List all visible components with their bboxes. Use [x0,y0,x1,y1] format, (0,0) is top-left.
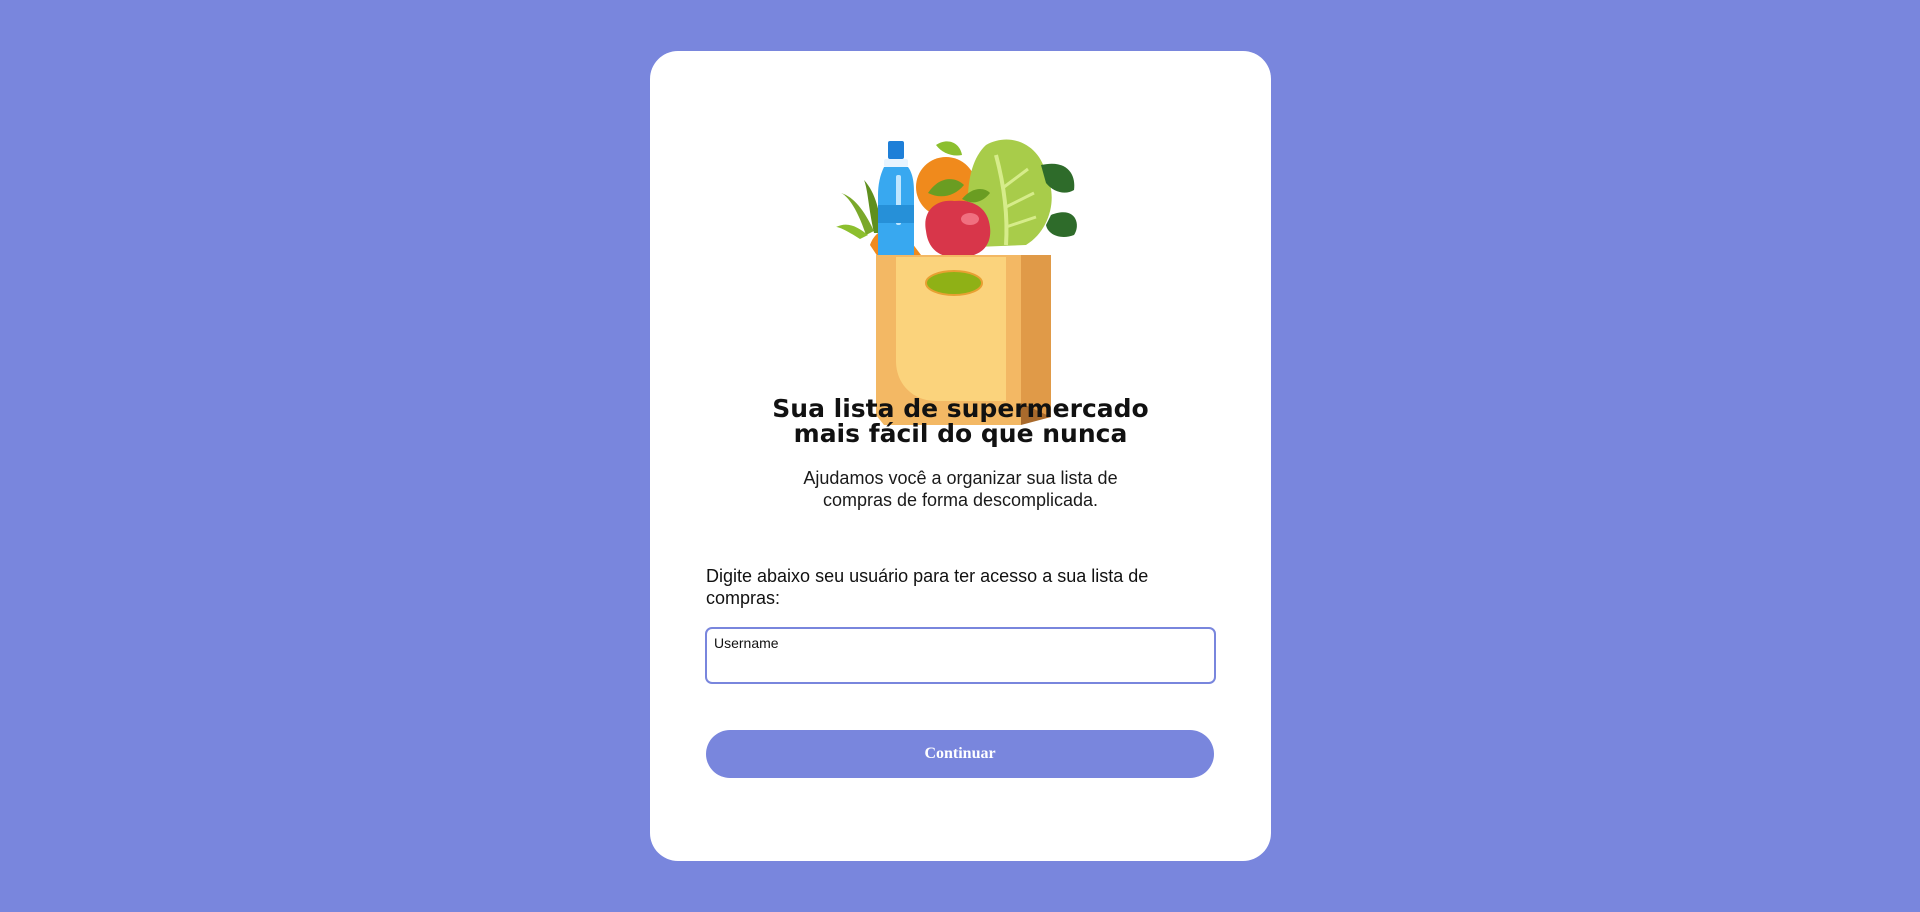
continue-button[interactable]: Continuar [706,730,1214,778]
title-line-1: Sua lista de supermercado [772,394,1149,423]
page-title: Sua lista de supermercado mais fácil do … [650,396,1271,446]
subtitle-line-1: Ajudamos você a organizar sua lista de [803,468,1118,488]
page: Sua lista de supermercado mais fácil do … [0,0,1920,912]
subtitle-line-2: compras de forma descomplicada. [822,490,1099,510]
username-field[interactable]: Username [705,627,1216,684]
login-instruction: Digite abaixo seu usuário para ter acess… [706,566,1149,608]
username-input[interactable] [714,655,1204,677]
username-label: Username [714,635,779,651]
grocery-bag-icon [836,135,1086,431]
page-subtitle: Ajudamos você a organizar sua lista de c… [650,467,1271,511]
login-card: Sua lista de supermercado mais fácil do … [650,51,1271,861]
title-line-2: mais fácil do que nunca [793,419,1128,448]
